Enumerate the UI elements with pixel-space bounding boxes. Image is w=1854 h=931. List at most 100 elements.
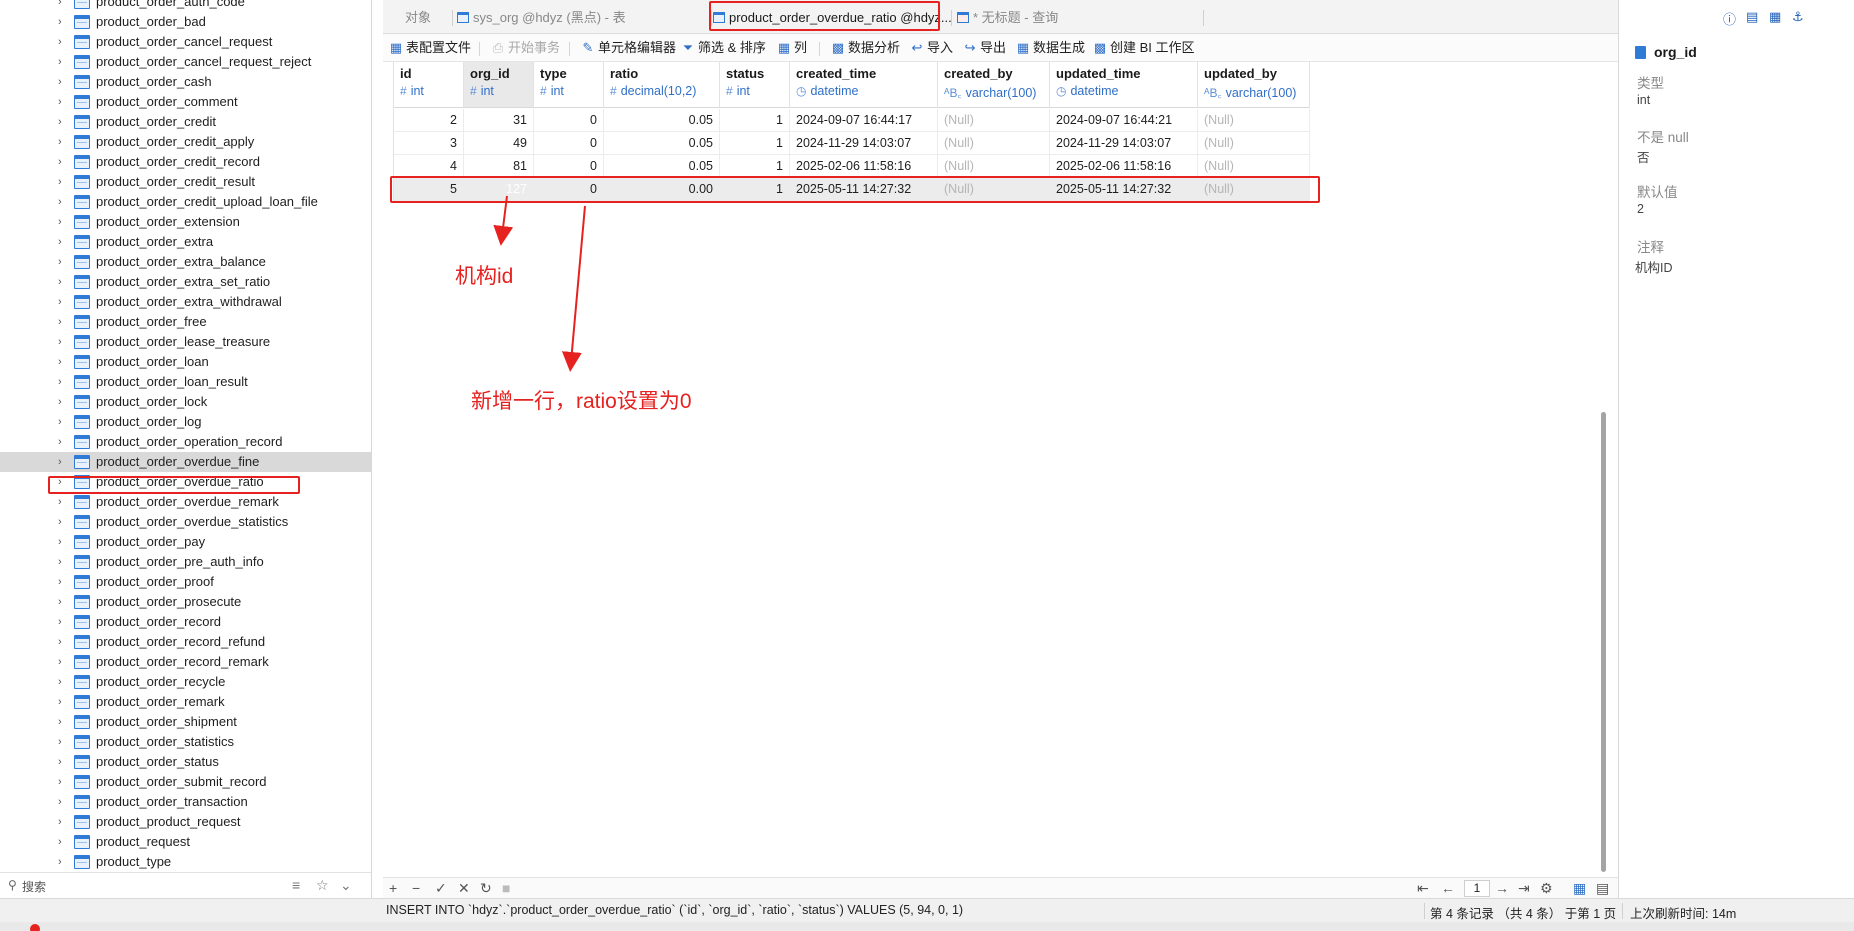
chevron-right-icon[interactable]: ›: [58, 652, 70, 672]
sidebar-table-item[interactable]: › product_order_credit_result: [0, 172, 371, 192]
cell-editor-button[interactable]: ✎ 单元格编辑器: [581, 39, 676, 57]
grid-cell-created-by[interactable]: (Null): [938, 155, 1050, 178]
chevron-right-icon[interactable]: ›: [58, 272, 70, 292]
grid-cell-org-id[interactable]: 81: [464, 155, 534, 178]
grid-cell-created-by[interactable]: (Null): [938, 132, 1050, 155]
sidebar-table-item[interactable]: › product_order_remark: [0, 692, 371, 712]
tab-untitled-query[interactable]: * 无标题 - 查询: [957, 6, 1058, 30]
grid-cell-created-time[interactable]: 2024-09-07 16:44:17: [790, 109, 938, 132]
sidebar-table-item[interactable]: › product_order_proof: [0, 572, 371, 592]
chevron-right-icon[interactable]: ›: [58, 0, 70, 12]
row-marker[interactable]: [383, 132, 394, 155]
chevron-right-icon[interactable]: ›: [58, 292, 70, 312]
column-header-id[interactable]: id # int: [394, 62, 464, 108]
chevron-right-icon[interactable]: ›: [58, 532, 70, 552]
chevron-right-icon[interactable]: ›: [58, 152, 70, 172]
sidebar-table-item[interactable]: › product_order_log: [0, 412, 371, 432]
chevron-right-icon[interactable]: ›: [58, 412, 70, 432]
begin-transaction-button[interactable]: ⎙ 开始事务: [491, 39, 560, 57]
chevron-right-icon[interactable]: ›: [58, 352, 70, 372]
search-replace-icon[interactable]: ⚓: [1792, 9, 1804, 25]
grid-cell-org-id[interactable]: 31: [464, 109, 534, 132]
chevron-right-icon[interactable]: ›: [58, 492, 70, 512]
sidebar-table-item[interactable]: › product_order_transaction: [0, 792, 371, 812]
column-header-ratio[interactable]: ratio # decimal(10,2): [604, 62, 720, 108]
sidebar-table-item[interactable]: › product_order_lease_treasure: [0, 332, 371, 352]
import-button[interactable]: ↩ 导入: [910, 39, 953, 57]
discard-changes-icon[interactable]: ✕: [458, 880, 470, 897]
tab-sys-org[interactable]: sys_org @hdyz (黑点) - 表: [457, 6, 626, 30]
ddl-icon[interactable]: ▤: [1746, 9, 1758, 25]
column-header-org-id[interactable]: org_id # int: [464, 62, 534, 108]
sidebar-table-item[interactable]: › product_order_operation_record: [0, 432, 371, 452]
chevron-right-icon[interactable]: ›: [58, 192, 70, 212]
chevron-right-icon[interactable]: ›: [58, 52, 70, 72]
sidebar-table-item[interactable]: › product_order_loan: [0, 352, 371, 372]
sidebar-table-item[interactable]: › product_order_submit_record: [0, 772, 371, 792]
grid-cell-id[interactable]: 4: [394, 155, 464, 178]
chevron-right-icon[interactable]: ›: [58, 812, 70, 832]
grid-cell-updated-time[interactable]: 2024-09-07 16:44:21: [1050, 109, 1198, 132]
grid-cell-created-time[interactable]: 2024-11-29 14:03:07: [790, 132, 938, 155]
apply-changes-icon[interactable]: ✓: [435, 880, 447, 897]
sidebar-table-item[interactable]: › product_order_record_remark: [0, 652, 371, 672]
grid-cell-ratio[interactable]: 0.05: [604, 109, 720, 132]
sidebar-table-item[interactable]: › product_order_record: [0, 612, 371, 632]
create-bi-workspace-button[interactable]: ▩ 创建 BI 工作区: [1093, 39, 1195, 57]
column-header-updated-time[interactable]: updated_time ◷ datetime: [1050, 62, 1198, 108]
sidebar-table-item[interactable]: › product_order_pre_auth_info: [0, 552, 371, 572]
chevron-right-icon[interactable]: ›: [58, 332, 70, 352]
sidebar-table-item[interactable]: › product_order_cash: [0, 72, 371, 92]
sidebar-table-item[interactable]: › product_order_recycle: [0, 672, 371, 692]
grid-cell-updated-time[interactable]: 2024-11-29 14:03:07: [1050, 132, 1198, 155]
chevron-right-icon[interactable]: ›: [58, 172, 70, 192]
chevron-right-icon[interactable]: ›: [58, 252, 70, 272]
chevron-right-icon[interactable]: ›: [58, 692, 70, 712]
grid-cell-type[interactable]: 0: [534, 109, 604, 132]
sidebar-table-item[interactable]: › product_order_bad: [0, 12, 371, 32]
grid-cell-org-id[interactable]: 49: [464, 132, 534, 155]
grid-cell-ratio[interactable]: 0.05: [604, 155, 720, 178]
sidebar-table-item[interactable]: › product_order_overdue_remark: [0, 492, 371, 512]
delete-row-icon[interactable]: −: [412, 880, 420, 896]
sidebar-table-item[interactable]: › product_order_shipment: [0, 712, 371, 732]
chevron-right-icon[interactable]: ›: [58, 132, 70, 152]
chevron-right-icon[interactable]: ›: [58, 732, 70, 752]
sidebar-table-item[interactable]: › product_order_pay: [0, 532, 371, 552]
chevron-right-icon[interactable]: ›: [58, 392, 70, 412]
stop-icon[interactable]: ■: [502, 880, 510, 896]
panel-layout-icon[interactable]: ▦: [1769, 9, 1781, 25]
chevron-right-icon[interactable]: ›: [58, 32, 70, 52]
sidebar-table-item[interactable]: › product_order_comment: [0, 92, 371, 112]
grid-cell-status[interactable]: 1: [720, 155, 790, 178]
add-row-icon[interactable]: +: [389, 880, 397, 896]
sidebar-table-item[interactable]: › product_order_auth_code: [0, 0, 371, 12]
column-header-created-time[interactable]: created_time ◷ datetime: [790, 62, 938, 108]
page-number-input[interactable]: 1: [1464, 880, 1490, 897]
info-icon[interactable]: ⓘ: [1723, 9, 1736, 28]
sidebar-table-item[interactable]: › product_order_prosecute: [0, 592, 371, 612]
sidebar-table-item[interactable]: › product_order_loan_result: [0, 372, 371, 392]
filter-sort-button[interactable]: ⏷ 筛选 & 排序: [681, 39, 766, 57]
grid-cell-id[interactable]: 3: [394, 132, 464, 155]
sidebar-table-item[interactable]: › product_order_credit: [0, 112, 371, 132]
sidebar-table-item[interactable]: › product_order_lock: [0, 392, 371, 412]
column-header-status[interactable]: status # int: [720, 62, 790, 108]
chevron-right-icon[interactable]: ›: [58, 612, 70, 632]
sidebar-table-item[interactable]: › product_order_status: [0, 752, 371, 772]
chevron-right-icon[interactable]: ›: [58, 112, 70, 132]
sidebar-table-item[interactable]: › product_order_overdue_statistics: [0, 512, 371, 532]
grid-cell-updated-by[interactable]: (Null): [1198, 132, 1310, 155]
sidebar-table-item[interactable]: › product_order_extra_withdrawal: [0, 292, 371, 312]
column-header-created-by[interactable]: created_by ᴬB꜀ varchar(100): [938, 62, 1050, 108]
sidebar-table-item[interactable]: › product_order_free: [0, 312, 371, 332]
chevron-right-icon[interactable]: ›: [58, 852, 70, 872]
settings-icon[interactable]: ⚙: [1540, 880, 1553, 897]
last-page-icon[interactable]: ⇥: [1518, 880, 1530, 897]
sidebar-table-item[interactable]: › product_order_extension: [0, 212, 371, 232]
refresh-icon[interactable]: ↻: [480, 880, 492, 897]
sidebar-table-item[interactable]: › product_order_credit_upload_loan_file: [0, 192, 371, 212]
row-marker[interactable]: [383, 109, 394, 132]
sidebar-table-item[interactable]: › product_order_statistics: [0, 732, 371, 752]
grid-cell-status[interactable]: 1: [720, 109, 790, 132]
